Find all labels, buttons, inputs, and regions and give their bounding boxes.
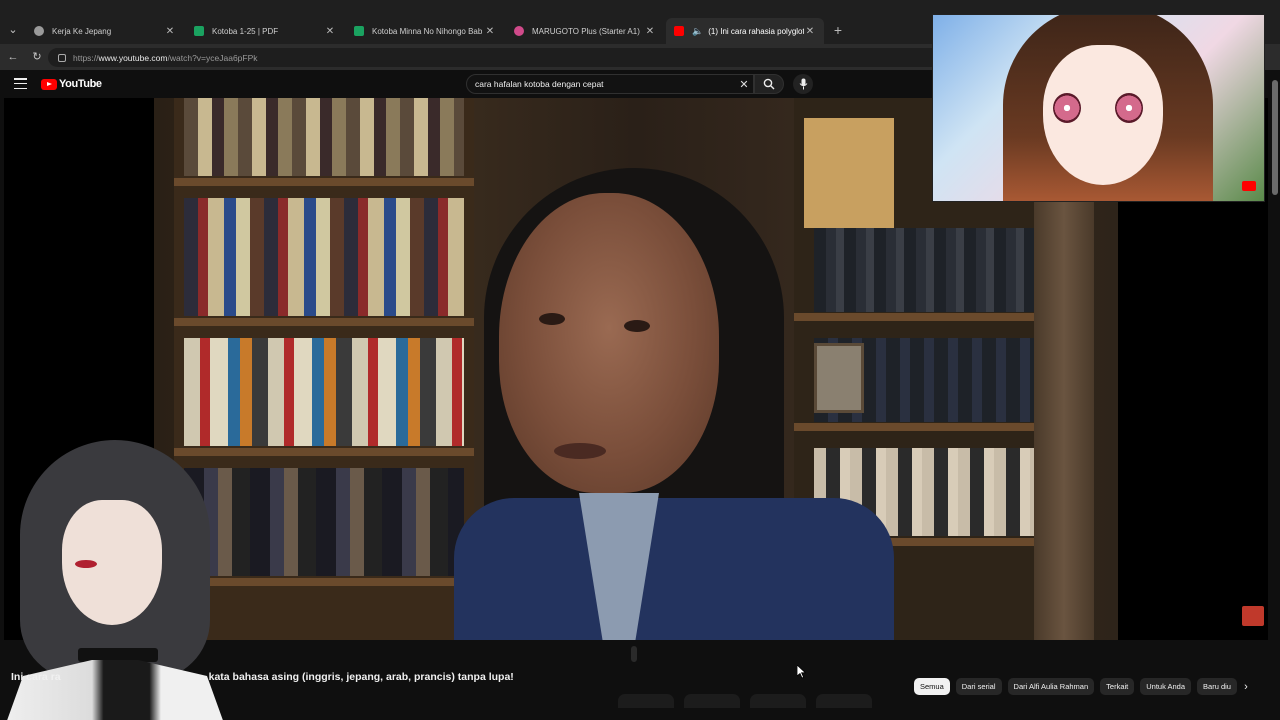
url-host: www.youtube.com [98, 52, 168, 63]
anime-eye [1053, 93, 1081, 123]
subscribe-watermark[interactable] [1242, 606, 1264, 626]
close-tab-icon[interactable]: ✕ [324, 26, 336, 37]
close-icon[interactable]: ✕ [735, 78, 753, 91]
tab-title: Kerja Ke Jepang [52, 26, 112, 36]
youtube-logo[interactable]: YouTube [41, 78, 102, 90]
mouse-cursor-icon [797, 665, 807, 679]
picture-frame [814, 343, 864, 413]
shelf-board [174, 178, 474, 186]
youtube-badge-icon [1242, 181, 1256, 191]
url-prefix: https:// [73, 52, 99, 63]
sheets-favicon-icon [194, 26, 204, 36]
tab-kerja-ke-jepang[interactable]: Kerja Ke Jepang ✕ [26, 18, 184, 44]
tab-title: Kotoba Minna No Nihongo Bab 1 [372, 26, 484, 36]
arrow-left-icon[interactable]: ← [6, 50, 20, 64]
tab-title: (1) Ini cara rahasia polyglot ha [708, 26, 804, 36]
reload-icon[interactable]: ↻ [30, 50, 44, 64]
drag-handle[interactable] [631, 646, 637, 662]
avatar-coat [0, 660, 230, 720]
close-tab-icon[interactable]: ✕ [484, 26, 496, 37]
url-path: /watch?v=yceJaa6pFPk [167, 52, 258, 63]
favicon-icon [34, 26, 44, 36]
chip-terkait[interactable]: Terkait [1100, 678, 1135, 695]
tab-youtube-active[interactable]: 🔈 (1) Ini cara rahasia polyglot ha ✕ [666, 18, 824, 44]
share-button[interactable] [684, 694, 740, 708]
close-tab-icon[interactable]: ✕ [804, 26, 816, 37]
books-row [184, 98, 464, 176]
chevron-right-icon[interactable]: › [1240, 681, 1252, 693]
books-row [184, 198, 464, 316]
person-mouth [554, 443, 606, 459]
youtube-favicon-icon [674, 26, 684, 36]
sheets-favicon-icon [354, 26, 364, 36]
poster [804, 118, 894, 228]
chip-dari-serial[interactable]: Dari serial [955, 678, 1002, 695]
download-button[interactable] [750, 694, 806, 708]
chip-dari-channel[interactable]: Dari Alfi Aulia Rahman [1007, 678, 1095, 695]
anime-eye [1115, 93, 1143, 123]
tab-title: Kotoba 1-25 | PDF [212, 26, 279, 36]
close-tab-icon[interactable]: ✕ [644, 26, 656, 37]
person-eye [539, 313, 565, 325]
youtube-play-icon [41, 78, 57, 90]
new-tab-icon[interactable]: + [830, 20, 846, 40]
video-title-left: Ini cara ra [11, 671, 61, 683]
chip-baru-diunggah[interactable]: Baru diu [1197, 678, 1237, 695]
person-face [499, 193, 719, 493]
avatar-eye [75, 560, 97, 568]
save-button[interactable] [816, 694, 872, 708]
mic-icon [799, 78, 807, 90]
search-input[interactable]: cara hafalan kotoba dengan cepat [475, 79, 735, 89]
search-icon [763, 78, 775, 90]
search-box[interactable]: cara hafalan kotoba dengan cepat ✕ [466, 74, 754, 94]
logo-text: YouTube [59, 78, 102, 90]
chip-untuk-anda[interactable]: Untuk Anda [1140, 678, 1192, 695]
site-info-icon[interactable] [58, 53, 66, 62]
menu-icon[interactable] [14, 78, 27, 89]
chip-semua[interactable]: Semua [914, 678, 950, 695]
shelf-board [174, 318, 474, 326]
tab-kotoba-minna[interactable]: Kotoba Minna No Nihongo Bab 1 ✕ [346, 18, 504, 44]
avatar-choker [78, 648, 158, 662]
person-eye [624, 320, 650, 332]
person-sweater [454, 498, 894, 640]
tab-title: MARUGOTO Plus (Starter A1) [532, 26, 640, 36]
search-button[interactable] [754, 74, 784, 94]
voice-search-button[interactable] [793, 74, 813, 94]
like-button[interactable] [618, 694, 674, 708]
tab-kotoba-pdf[interactable]: Kotoba 1-25 | PDF ✕ [186, 18, 344, 44]
close-tab-icon[interactable]: ✕ [164, 26, 176, 37]
omnibox[interactable]: https://www.youtube.com/watch?v=yceJaa6p… [48, 48, 948, 67]
tab-search-chevron-icon[interactable]: ⌄ [4, 21, 22, 39]
video-title-right: kata bahasa asing (inggris, jepang, arab… [208, 671, 514, 683]
url-text: https://www.youtube.com/watch?v=yceJaa6p… [73, 53, 258, 63]
speaker-icon[interactable]: 🔈 [692, 26, 703, 37]
scrollbar[interactable] [1272, 80, 1278, 195]
video-action-bar [618, 694, 872, 708]
tab-marugoto[interactable]: MARUGOTO Plus (Starter A1) ✕ [506, 18, 664, 44]
related-filter-chips: Semua Dari serial Dari Alfi Aulia Rahman… [914, 678, 1237, 695]
marugoto-favicon-icon [514, 26, 524, 36]
video-title: Ini cara ra kata bahasa asing (inggris, j… [11, 671, 514, 683]
pip-overlay-anime [932, 14, 1265, 202]
